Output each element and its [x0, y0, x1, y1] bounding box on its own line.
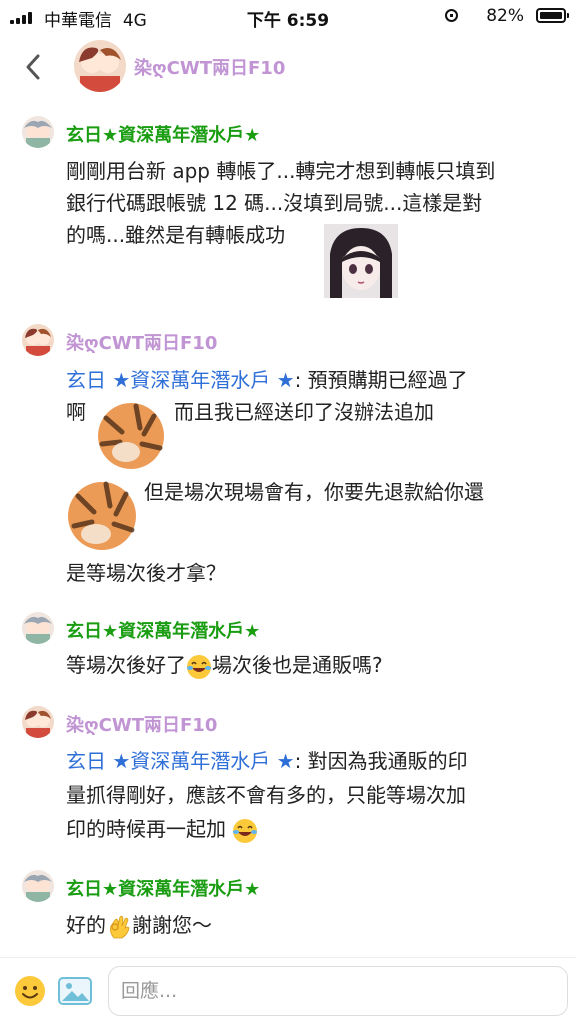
chat-header: 染ღCWT兩日F10	[0, 34, 576, 100]
message-text: 等場次後好了 場次後也是通販嗎?	[66, 649, 383, 681]
message-author[interactable]: 玄日★資深萬年潛水戶★	[66, 121, 260, 147]
message-author[interactable]: 玄日★資深萬年潛水戶★	[66, 875, 260, 901]
user-mention[interactable]: 玄日 ★資深萬年潛水戶 ★	[66, 368, 295, 392]
laughing-tears-emoji	[233, 818, 258, 843]
avatar[interactable]	[22, 706, 54, 738]
avatar[interactable]	[22, 612, 54, 644]
reply-composer	[0, 957, 576, 1025]
sticker-image	[66, 478, 138, 552]
avatar[interactable]	[22, 870, 54, 902]
message-author[interactable]: 玄日★資深萬年潛水戶★	[66, 617, 260, 643]
message-author[interactable]: 染ღCWT兩日F10	[66, 711, 217, 737]
sticker-image	[96, 398, 166, 470]
message-text: 剛剛用台新 app 轉帳了...轉完才想到轉帳只填到 銀行代碼跟帳號 12 碼.…	[66, 159, 496, 247]
sticker-image	[324, 224, 398, 298]
message-text: 但是場次現場會有，你要先退款給你還	[144, 480, 484, 504]
message-text: 玄日 ★資深萬年潛水戶 ★: 預預購期已經過了	[66, 368, 468, 392]
ok-hand-emoji	[110, 915, 130, 938]
message-text: 印的時候再一起加	[66, 813, 258, 845]
laughing-tears-emoji	[187, 654, 211, 679]
battery-icon	[536, 8, 569, 23]
status-bar: 中華電信 4G 下午 6:59 82%	[0, 0, 576, 34]
message-text: 啊	[66, 400, 86, 424]
message-author[interactable]: 染ღCWT兩日F10	[66, 329, 217, 355]
message-text: 好的 謝謝您～	[66, 909, 212, 941]
message-text: 玄日 ★資深萬年潛水戶 ★: 對因為我通販的印	[66, 749, 468, 773]
lock-rotation-icon	[445, 9, 458, 22]
message-text: 量抓得剛好，應該不會有多的，只能等場次加	[66, 783, 466, 807]
message-text: 是等場次後才拿？	[66, 561, 226, 585]
user-mention[interactable]: 玄日 ★資深萬年潛水戶 ★	[66, 749, 295, 773]
reply-input[interactable]	[108, 966, 568, 1016]
avatar[interactable]	[22, 116, 54, 148]
back-icon[interactable]	[22, 52, 44, 82]
avatar[interactable]	[74, 40, 126, 92]
chat-title[interactable]: 染ღCWT兩日F10	[134, 54, 285, 80]
smile-icon[interactable]	[14, 975, 46, 1007]
avatar[interactable]	[22, 324, 54, 356]
battery-percent: 82%	[486, 6, 524, 26]
message-text: 而且我已經送印了沒辦法追加	[174, 400, 434, 424]
image-icon[interactable]	[58, 977, 92, 1005]
